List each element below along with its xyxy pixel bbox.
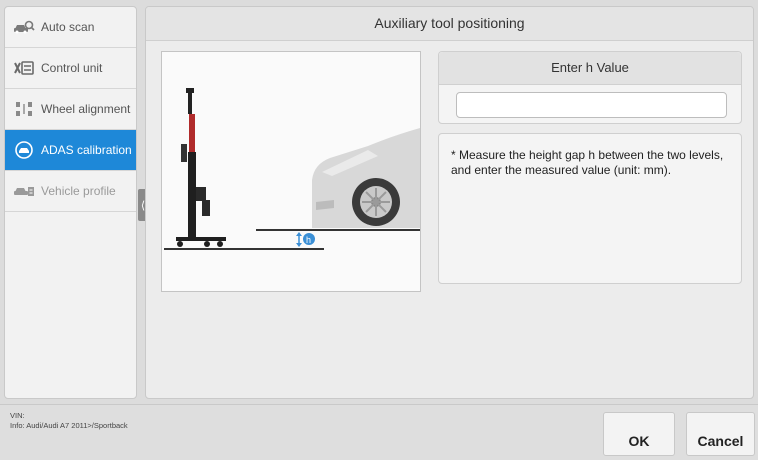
- sidebar-item-wheel-alignment[interactable]: Wheel alignment: [5, 89, 136, 130]
- main-panel: Auxiliary tool positioning h Enter h Val…: [145, 6, 754, 399]
- sidebar-item-label: Control unit: [41, 61, 103, 75]
- sidebar-item-control-unit[interactable]: Control unit: [5, 48, 136, 89]
- sidebar-item-label: ADAS calibration: [41, 143, 132, 157]
- sidebar-item-vehicle-profile[interactable]: Vehicle profile: [5, 171, 136, 212]
- car-search-icon: [13, 19, 35, 35]
- page-title: Auxiliary tool positioning: [146, 7, 753, 41]
- h-value-input[interactable]: [456, 92, 727, 118]
- height-marker-label: h: [306, 235, 311, 245]
- vehicle-info-text: Info: Audi/Audi A7 2011>/Sportback: [10, 421, 128, 430]
- vin-label: VIN:: [10, 411, 25, 420]
- vehicle-profile-icon: [13, 183, 35, 199]
- h-value-card: Enter h Value: [438, 51, 742, 124]
- sidebar-item-label: Vehicle profile: [41, 184, 116, 198]
- ok-button[interactable]: OK: [603, 412, 675, 456]
- instruction-note: * Measure the height gap h between the t…: [438, 133, 742, 284]
- sidebar: Auto scan Control unit Wheel alignment A…: [4, 6, 137, 399]
- wheel-alignment-icon: [13, 101, 35, 117]
- sidebar-item-label: Wheel alignment: [41, 102, 131, 116]
- sidebar-item-adas-calibration[interactable]: ADAS calibration: [5, 130, 136, 171]
- control-unit-icon: [13, 60, 35, 76]
- cancel-button[interactable]: Cancel: [686, 412, 755, 456]
- sidebar-item-auto-scan[interactable]: Auto scan: [5, 7, 136, 48]
- adas-icon: [13, 141, 35, 159]
- tool-positioning-illustration: h: [161, 51, 421, 292]
- vehicle-info: VIN: Info: Audi/Audi A7 2011>/Sportback: [10, 411, 128, 431]
- sidebar-item-label: Auto scan: [41, 20, 95, 34]
- footer-bar: VIN: Info: Audi/Audi A7 2011>/Sportback …: [0, 404, 758, 460]
- h-value-card-title: Enter h Value: [439, 52, 741, 85]
- instruction-text: * Measure the height gap h between the t…: [451, 148, 724, 177]
